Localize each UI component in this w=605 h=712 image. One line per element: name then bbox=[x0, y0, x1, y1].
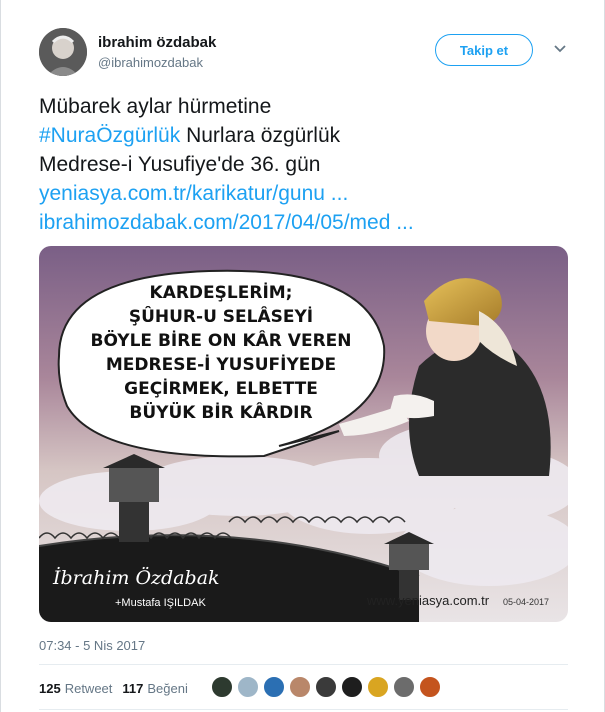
cartoon-image[interactable]: KARDEŞLERİM; ŞÛHUR-U SELÂSEYİ BÖYLE BİRE… bbox=[39, 246, 568, 622]
avatar[interactable] bbox=[39, 28, 87, 76]
liker-avatar[interactable] bbox=[237, 676, 259, 698]
speech-line-6: BÜYÜK BİR KÂRDIR bbox=[129, 401, 312, 423]
tweet-stats: 125 Retweet 117 Beğeni bbox=[39, 678, 198, 698]
liker-avatars bbox=[211, 676, 445, 698]
divider bbox=[39, 709, 568, 710]
retweet-count: 125 bbox=[39, 680, 61, 696]
like-stat[interactable]: 117 Beğeni bbox=[122, 681, 187, 696]
tweet-line-3: Medrese-i Yusufiye'de 36. gün bbox=[39, 153, 321, 176]
liker-avatar[interactable] bbox=[263, 676, 285, 698]
url-link-2[interactable]: ibrahimozdabak.com/2017/04/05/med ... bbox=[39, 208, 579, 237]
artist-signature: İbrahim Özdabak bbox=[52, 566, 220, 589]
website-watermark: www.yeniasya.com.tr bbox=[366, 593, 490, 608]
tweet-card: ibrahim özdabak @ibrahimozdabak Takip et… bbox=[0, 0, 605, 712]
speech-line-5: GEÇİRMEK, ELBETTE bbox=[124, 377, 318, 399]
cartoon-date: 05-04-2017 bbox=[503, 597, 549, 607]
liker-avatar[interactable] bbox=[211, 676, 233, 698]
liker-avatar[interactable] bbox=[393, 676, 415, 698]
chevron-down-icon[interactable] bbox=[551, 40, 569, 58]
liker-avatar[interactable] bbox=[315, 676, 337, 698]
tweet-header: ibrahim özdabak @ibrahimozdabak Takip et bbox=[39, 28, 576, 78]
display-name[interactable]: ibrahim özdabak bbox=[98, 34, 216, 51]
liker-avatar[interactable] bbox=[367, 676, 389, 698]
liker-avatar[interactable] bbox=[289, 676, 311, 698]
follow-button[interactable]: Takip et bbox=[435, 34, 533, 66]
user-handle[interactable]: @ibrahimozdabak bbox=[98, 55, 203, 70]
url-link-1[interactable]: yeniasya.com.tr/karikatur/gunu ... bbox=[39, 179, 579, 208]
hashtag-link[interactable]: #NuraÖzgürlük bbox=[39, 124, 180, 147]
divider bbox=[39, 664, 568, 665]
speech-line-3: BÖYLE BİRE ON KÂR VEREN bbox=[90, 329, 351, 351]
speech-line-4: MEDRESE-İ YUSUFİYEDE bbox=[106, 353, 336, 375]
speech-line-1: KARDEŞLERİM; bbox=[150, 281, 293, 303]
tweet-line-1: Mübarek aylar hürmetine bbox=[39, 95, 272, 118]
tweet-text: Mübarek aylar hürmetine #NuraÖzgürlük Nu… bbox=[39, 92, 579, 237]
liker-avatar[interactable] bbox=[341, 676, 363, 698]
retweet-stat[interactable]: 125 Retweet bbox=[39, 681, 112, 696]
retweet-label: Retweet bbox=[64, 680, 113, 696]
like-count: 117 bbox=[122, 680, 144, 696]
avatar-photo-icon bbox=[39, 28, 87, 76]
speech-line-2: ŞÛHUR-U SELÂSEYİ bbox=[129, 305, 313, 327]
tweet-timestamp[interactable]: 07:34 - 5 Nis 2017 bbox=[39, 638, 145, 653]
artist-credit: +Mustafa IŞILDAK bbox=[115, 597, 206, 609]
like-label: Beğeni bbox=[147, 680, 188, 696]
liker-avatar[interactable] bbox=[419, 676, 441, 698]
tweet-line-2: #NuraÖzgürlük Nurlara özgürlük bbox=[39, 121, 579, 150]
tweet-line-2-text: Nurlara özgürlük bbox=[180, 124, 341, 147]
